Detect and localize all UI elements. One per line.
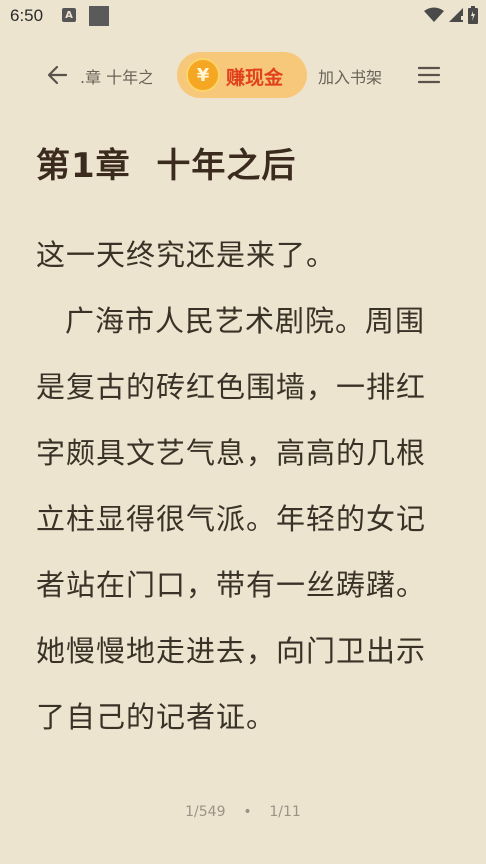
earn-cash-label: 赚现金 — [226, 67, 284, 89]
battery-icon — [468, 6, 478, 24]
add-to-shelf-button[interactable]: 加入书架 — [318, 64, 382, 88]
paragraph: 广海市人民艺术剧院。周围是复古的砖红色围墙，一排红字颇具文艺气息，高高的几根立柱… — [36, 304, 427, 734]
menu-button[interactable] — [414, 60, 444, 90]
toolbar-chapter-title[interactable]: .章 十年之 — [80, 64, 152, 88]
page-progress: 1/549 — [185, 804, 226, 820]
progress-separator: • — [243, 804, 252, 820]
wifi-icon — [424, 7, 444, 22]
status-time: 6:50 — [10, 6, 44, 25]
chapter-title: 第1章 十年之后 — [36, 146, 297, 186]
chapter-progress: 1/11 — [269, 804, 301, 820]
paragraph: 这一天终究还是来了。 — [36, 238, 337, 272]
reading-progress: 1/549 • 1/11 — [0, 804, 486, 820]
status-icons — [424, 6, 478, 24]
chapter-content: 这一天终究还是来了。 广海市人民艺术剧院。周围是复古的砖红色围墙，一排红字颇具文… — [36, 222, 436, 750]
reader-toolbar: .章 十年之 ¥ 赚现金 加入书架 — [0, 48, 486, 102]
earn-cash-button[interactable]: ¥ 赚现金 — [177, 52, 307, 98]
signal-icon — [449, 8, 463, 22]
status-bar: 6:50 A — [0, 0, 486, 34]
notification-square-icon — [89, 6, 109, 26]
coin-icon: ¥ — [186, 58, 220, 92]
menu-icon — [417, 66, 441, 84]
back-button[interactable] — [42, 60, 72, 90]
notification-a-icon: A — [62, 8, 76, 22]
back-arrow-icon — [47, 65, 68, 85]
